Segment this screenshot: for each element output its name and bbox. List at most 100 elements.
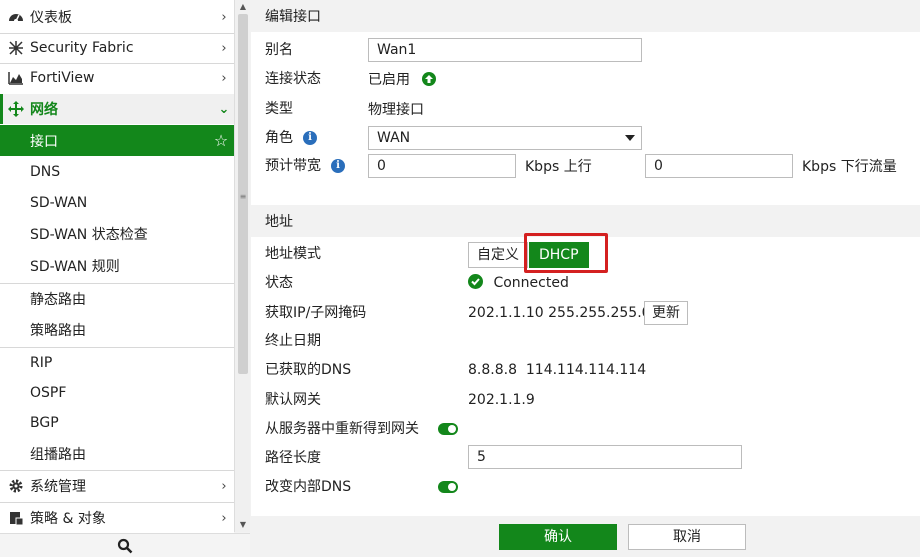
sidebar-item-label: 系统管理 bbox=[30, 479, 86, 495]
default-gateway-value: 202.1.1.9 bbox=[468, 392, 535, 408]
gear-icon bbox=[8, 478, 24, 494]
expiry-label: 终止日期 bbox=[265, 333, 321, 349]
acquired-dns-label: 已获取的DNS bbox=[265, 362, 352, 378]
sidebar-item-label: 接口 bbox=[30, 133, 58, 150]
alias-input[interactable]: Wan1 bbox=[368, 38, 642, 62]
scrollbar-grip-icon: ≡ bbox=[239, 192, 247, 201]
acquired-ip-value: 202.1.1.10 255.255.255.0 bbox=[468, 305, 651, 321]
sidebar-item-label: SD-WAN bbox=[30, 195, 88, 211]
acquired-dns-value: 8.8.8.8 114.114.114.114 bbox=[468, 362, 647, 378]
sidebar-item-label: FortiView bbox=[30, 70, 95, 86]
role-select[interactable]: WAN bbox=[368, 126, 642, 150]
chevron-right-icon: › bbox=[221, 478, 227, 494]
role-label: 角色 bbox=[265, 130, 293, 146]
renew-button[interactable]: 更新 bbox=[644, 301, 688, 325]
link-status-label: 连接状态 bbox=[265, 71, 321, 87]
chevron-right-icon: › bbox=[221, 9, 227, 25]
dashboard-icon bbox=[8, 9, 24, 25]
info-icon[interactable]: i bbox=[303, 131, 317, 145]
sidebar-item-fortiview[interactable]: FortiView › bbox=[0, 63, 234, 93]
addressing-mode-label: 地址模式 bbox=[265, 246, 321, 262]
section-header-edit-interface: 编辑接口 bbox=[251, 0, 920, 32]
addressing-mode-manual-button[interactable]: 自定义 bbox=[468, 242, 528, 268]
sidebar-item-label: DNS bbox=[30, 164, 61, 180]
override-dns-toggle[interactable] bbox=[438, 481, 458, 493]
sidebar-item-label: BGP bbox=[30, 415, 59, 431]
chevron-right-icon: › bbox=[221, 70, 227, 86]
network-move-icon bbox=[8, 101, 24, 117]
role-select-value: WAN bbox=[377, 130, 411, 146]
star-icon[interactable]: ☆ bbox=[208, 131, 234, 150]
security-fabric-icon bbox=[8, 40, 24, 56]
form-footer: 确认 取消 bbox=[251, 516, 920, 557]
chevron-right-icon: › bbox=[221, 40, 227, 56]
distance-label: 路径长度 bbox=[265, 450, 321, 466]
policy-icon bbox=[8, 510, 24, 526]
dhcp-status-label: 状态 bbox=[265, 275, 293, 291]
sidebar-item-label: 静态路由 bbox=[30, 292, 86, 308]
override-dns-label: 改变内部DNS bbox=[265, 479, 352, 495]
sidebar-item-label: 策略 & 对象 bbox=[30, 511, 106, 527]
default-gateway-label: 默认网关 bbox=[265, 392, 321, 408]
retrieve-gateway-toggle[interactable] bbox=[438, 423, 458, 435]
bandwidth-label-row: 预计带宽 i bbox=[265, 154, 345, 178]
interface-settings-section: 别名 Wan1 连接状态 已启用 类型 物理接口 角色 i WAN 预计带宽 i 0… bbox=[251, 32, 920, 205]
distance-input[interactable]: 5 bbox=[468, 445, 742, 469]
sidebar-item-label: 网络 bbox=[30, 102, 58, 118]
fortiview-chart-icon bbox=[8, 70, 24, 86]
scroll-up-arrow-icon[interactable]: ▲ bbox=[235, 0, 251, 14]
sidebar-item-policy-routes[interactable]: 策略路由 bbox=[0, 315, 234, 345]
address-section: 地址模式 自定义 DHCP 状态 Connected 获取IP/子网掩码 202… bbox=[251, 233, 920, 516]
info-icon[interactable]: i bbox=[331, 159, 345, 173]
cancel-button[interactable]: 取消 bbox=[628, 524, 746, 550]
type-label: 类型 bbox=[265, 101, 293, 117]
downstream-unit: Kbps 下行流量 bbox=[802, 159, 897, 175]
caret-down-icon bbox=[625, 135, 635, 141]
downstream-bandwidth-input[interactable]: 0 bbox=[645, 154, 793, 178]
sidebar-item-label: 策略路由 bbox=[30, 323, 86, 339]
acquired-ip-label: 获取IP/子网掩码 bbox=[265, 305, 367, 321]
sidebar-item-label: Security Fabric bbox=[30, 40, 134, 56]
upstream-unit: Kbps 上行 bbox=[525, 159, 592, 175]
sidebar-nav: 仪表板 › Security Fabric › FortiView › 网络 ⌄… bbox=[0, 0, 234, 557]
sidebar-item-label: RIP bbox=[30, 355, 53, 371]
search-icon[interactable] bbox=[117, 538, 133, 554]
up-arrow-status-icon bbox=[422, 72, 437, 86]
scroll-down-arrow-icon[interactable]: ▼ bbox=[235, 518, 251, 532]
sidebar-item-label: OSPF bbox=[30, 385, 67, 401]
ok-button[interactable]: 确认 bbox=[499, 524, 617, 550]
sidebar-item-network[interactable]: 网络 ⌄ bbox=[0, 94, 234, 124]
sidebar-item-label: 组播路由 bbox=[30, 447, 86, 463]
sidebar-item-static-routes[interactable]: 静态路由 bbox=[0, 284, 234, 314]
dhcp-status-text: Connected bbox=[493, 275, 569, 291]
chevron-right-icon: › bbox=[221, 510, 227, 526]
sidebar-item-label: SD-WAN 规则 bbox=[30, 259, 120, 275]
sidebar-item-rip[interactable]: RIP bbox=[0, 348, 234, 378]
retrieve-gateway-label: 从服务器中重新得到网关 bbox=[265, 421, 419, 437]
addressing-mode-dhcp-button[interactable]: DHCP bbox=[529, 242, 589, 268]
sidebar-item-label: SD-WAN 状态检查 bbox=[30, 227, 148, 243]
sidebar-item-sd-wan[interactable]: SD-WAN bbox=[0, 188, 234, 218]
sidebar-item-policy-objects[interactable]: 策略 & 对象 › bbox=[0, 503, 234, 533]
bandwidth-label: 预计带宽 bbox=[265, 158, 321, 174]
sidebar-item-sd-wan-rules[interactable]: SD-WAN 规则 bbox=[0, 251, 234, 281]
sidebar-item-system[interactable]: 系统管理 › bbox=[0, 471, 234, 501]
upstream-bandwidth-input[interactable]: 0 bbox=[368, 154, 516, 178]
check-circle-icon bbox=[468, 274, 483, 289]
sidebar-item-multicast[interactable]: 组播路由 bbox=[0, 439, 234, 469]
edit-interface-panel: 编辑接口 别名 Wan1 连接状态 已启用 类型 物理接口 角色 i WAN 预计… bbox=[251, 0, 920, 557]
sidebar-item-sd-wan-health-check[interactable]: SD-WAN 状态检查 bbox=[0, 219, 234, 249]
sidebar-item-dns[interactable]: DNS bbox=[0, 157, 234, 187]
sidebar-item-ospf[interactable]: OSPF bbox=[0, 378, 234, 408]
sidebar-item-dashboard[interactable]: 仪表板 › bbox=[0, 2, 234, 32]
sidebar-scrollbar[interactable]: ▲ ≡ ▼ bbox=[234, 0, 250, 532]
sidebar-search[interactable] bbox=[0, 533, 250, 557]
sidebar-item-interfaces[interactable]: 接口 ☆ bbox=[0, 125, 234, 156]
role-label-row: 角色 i bbox=[265, 126, 317, 150]
chevron-down-icon: ⌄ bbox=[218, 101, 230, 117]
type-value: 物理接口 bbox=[368, 102, 424, 118]
sidebar-item-security-fabric[interactable]: Security Fabric › bbox=[0, 33, 234, 63]
sidebar-item-bgp[interactable]: BGP bbox=[0, 408, 234, 438]
alias-label: 别名 bbox=[265, 42, 293, 58]
link-status-text: 已启用 bbox=[368, 72, 410, 88]
